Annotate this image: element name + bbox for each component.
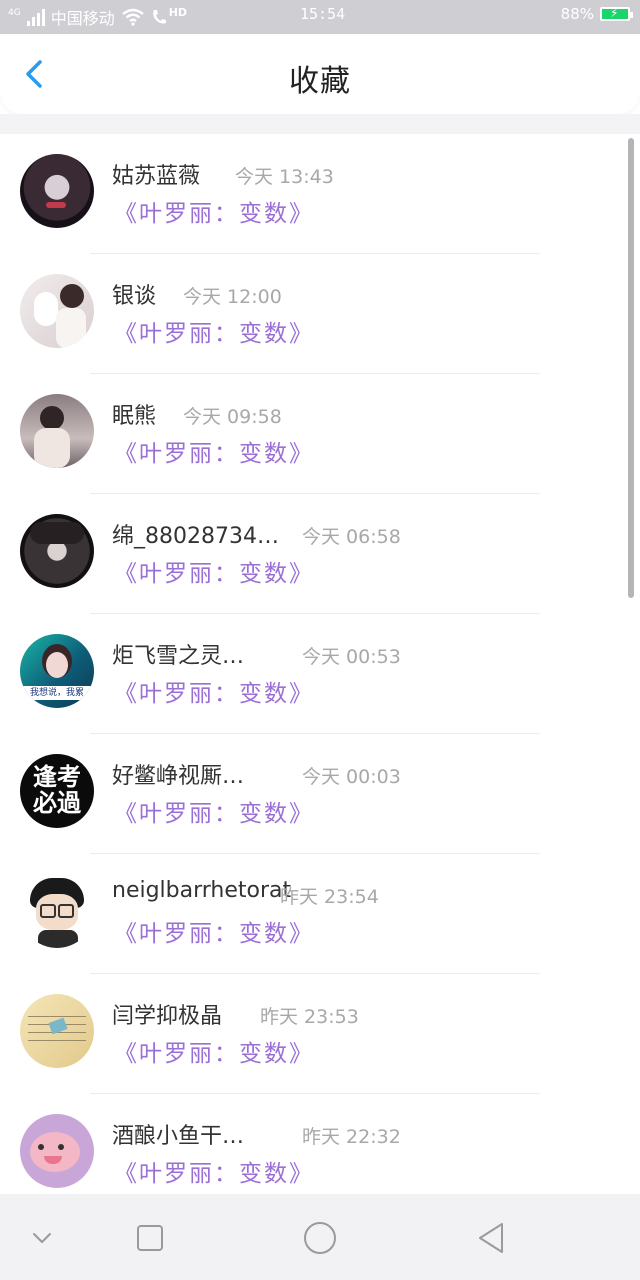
song-title: 《叶罗丽：变数》 [114, 801, 314, 827]
user-name: 炬飞雪之灵… [112, 644, 245, 669]
song-title: 《叶罗丽：变数》 [114, 201, 314, 227]
avatar [20, 274, 94, 348]
list-item[interactable]: 我想说，我累 炬飞雪之灵… 今天 00:53 《叶罗丽：变数》 [0, 614, 640, 734]
status-time: 15:54 [300, 5, 346, 23]
avatar [20, 514, 94, 588]
wifi-icon [121, 8, 144, 26]
user-name: 酒酿小鱼干… [112, 1124, 245, 1149]
user-name: 好鳖峥视厮… [112, 764, 245, 789]
timestamp: 今天 00:03 [302, 766, 401, 788]
user-name: 银谈 [112, 284, 157, 309]
hd-badge: HD [168, 5, 188, 19]
phone-icon [152, 10, 166, 24]
favorites-list: 姑苏蓝薇 今天 13:43 《叶罗丽：变数》 银谈 今天 12:00 《叶罗丽：… [0, 134, 640, 1194]
timestamp: 昨天 23:53 [260, 1006, 359, 1028]
list-item[interactable]: 姑苏蓝薇 今天 13:43 《叶罗丽：变数》 [0, 134, 640, 254]
list-item[interactable]: 闫学抑极晶 昨天 23:53 《叶罗丽：变数》 [0, 974, 640, 1094]
avatar: 逢考 必過 [20, 754, 94, 828]
battery-icon: ⚡ [600, 6, 633, 21]
user-name: 姑苏蓝薇 [112, 164, 201, 189]
timestamp: 今天 00:53 [302, 646, 401, 668]
timestamp: 今天 06:58 [302, 526, 401, 548]
user-name: 眠熊 [112, 404, 157, 429]
page-title: 收藏 [289, 64, 351, 99]
avatar [20, 1114, 94, 1188]
avatar [20, 394, 94, 468]
back-triangle-icon[interactable] [472, 1218, 512, 1258]
network-type: 4G [8, 8, 21, 18]
status-right: 88% ⚡ [560, 5, 633, 23]
timestamp: 昨天 23:54 [280, 886, 379, 908]
avatar-caption: 我想说，我累 [20, 686, 94, 700]
song-title: 《叶罗丽：变数》 [114, 441, 314, 467]
list-item[interactable]: 逢考 必過 好鳖峥视厮… 今天 00:03 《叶罗丽：变数》 [0, 734, 640, 854]
list-item[interactable]: 酒酿小鱼干… 昨天 22:32 《叶罗丽：变数》 [0, 1094, 640, 1194]
home-circle-icon[interactable] [300, 1218, 340, 1258]
status-bar: 4G 中国移动 HD 15:54 88% ⚡ [0, 0, 640, 34]
list-item[interactable]: 眠熊 今天 09:58 《叶罗丽：变数》 [0, 374, 640, 494]
song-title: 《叶罗丽：变数》 [114, 1041, 314, 1067]
chevron-down-icon[interactable] [22, 1218, 62, 1258]
recent-apps-square-icon[interactable] [130, 1218, 170, 1258]
signal-icon [26, 8, 45, 26]
avatar [20, 994, 94, 1068]
song-title: 《叶罗丽：变数》 [114, 681, 314, 707]
scrollbar[interactable] [628, 138, 634, 598]
header: 收藏 [0, 34, 640, 114]
song-title: 《叶罗丽：变数》 [114, 1161, 314, 1187]
system-nav-bar [0, 1194, 640, 1280]
list-item[interactable]: 银谈 今天 12:00 《叶罗丽：变数》 [0, 254, 640, 374]
battery-percent: 88% [560, 5, 594, 23]
song-title: 《叶罗丽：变数》 [114, 561, 314, 587]
avatar-text-bottom: 必過 [33, 789, 81, 817]
timestamp: 今天 13:43 [235, 166, 334, 188]
song-title: 《叶罗丽：变数》 [114, 921, 314, 947]
timestamp: 今天 09:58 [183, 406, 282, 428]
avatar-text-top: 逢考 [33, 763, 81, 791]
user-name: neiglbarrhetorat [112, 878, 292, 903]
avatar [20, 874, 94, 948]
header-spacer [0, 114, 640, 134]
status-left: 4G 中国移动 HD [8, 5, 191, 29]
user-name: 闫学抑极晶 [112, 1004, 223, 1029]
timestamp: 今天 12:00 [183, 286, 282, 308]
avatar [20, 154, 94, 228]
timestamp: 昨天 22:32 [302, 1126, 401, 1148]
avatar: 我想说，我累 [20, 634, 94, 708]
user-name: 绵_88028734… [112, 524, 279, 549]
carrier-name: 中国移动 [50, 9, 115, 28]
song-title: 《叶罗丽：变数》 [114, 321, 314, 347]
list-item[interactable]: 绵_88028734… 今天 06:58 《叶罗丽：变数》 [0, 494, 640, 614]
list-item[interactable]: neiglbarrhetorat 昨天 23:54 《叶罗丽：变数》 [0, 854, 640, 974]
